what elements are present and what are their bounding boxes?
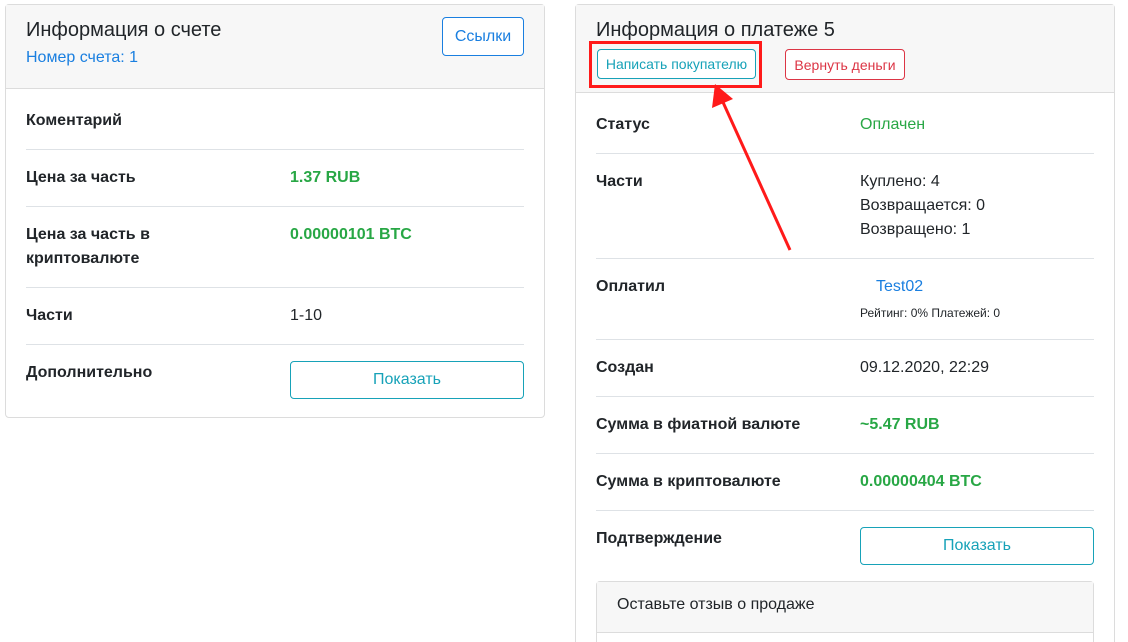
parts-label: Части [26,307,73,324]
show-extra-button[interactable]: Показать [290,361,524,399]
payment-parts-row: Части Куплено: 4 Возвращается: 0 Возвращ… [596,170,1094,259]
payment-info-card: Информация о платеже 5 Написать покупате… [575,4,1115,642]
crypto-sum-label: Сумма в криптовалюте [596,473,781,490]
payment-parts-values: Куплено: 4 Возвращается: 0 Возвращено: 1 [860,170,985,242]
show-confirmation-button[interactable]: Показать [860,527,1094,565]
buyer-name-link[interactable]: Test02 [876,275,923,299]
parts-row: Части 1-10 [26,304,524,345]
fiat-sum-label: Сумма в фиатной валюте [596,416,801,433]
account-info-title: Информация о счете [26,19,222,41]
payment-info-title: Информация о платеже 5 [596,19,835,41]
refund-button[interactable]: Вернуть деньги [785,49,905,80]
crypto-price-label-line1: Цена за часть в [26,226,150,243]
fiat-sum-value: ~5.47 RUB [860,416,940,433]
account-info-card: Информация о счете Номер счета: 1 Ссылки… [5,4,545,418]
payment-parts-label: Части [596,173,643,190]
bought-count: Куплено: 4 [860,173,940,190]
created-row: Создан 09.12.2020, 22:29 [596,356,1094,397]
paid-by-label: Оплатил [596,278,666,295]
crypto-price-row: Цена за часть в криптовалюте 0.00000101 … [26,223,524,288]
extra-row: Дополнительно Показать [26,361,524,402]
comment-label: Коментарий [26,112,122,129]
crypto-sum-row: Сумма в криптовалюте 0.00000404 BTC [596,470,1094,511]
crypto-price-value: 0.00000101 BTC [290,226,412,243]
crypto-price-label-line2: криптовалюте [26,250,140,267]
buyer-stats: Рейтинг: 0% Платежей: 0 [860,306,1001,320]
returning-count: Возвращается: 0 [860,197,986,214]
review-panel-title: Оставьте отзыв о продаже [617,596,815,613]
created-label: Создан [596,359,654,376]
review-panel-header: Оставьте отзыв о продаже [597,582,1093,633]
price-value: 1.37 RUB [290,169,361,186]
crypto-sum-value: 0.00000404 BTC [860,473,982,490]
annotation-highlight-box [589,41,762,88]
price-row: Цена за часть 1.37 RUB [26,166,524,207]
paid-by-row: Оплатил Test02 Рейтинг: 0% Платежей: 0 [596,275,1094,340]
review-panel: Оставьте отзыв о продаже [596,581,1094,642]
extra-label: Дополнительно [26,364,153,381]
created-value: 09.12.2020, 22:29 [860,359,990,376]
status-row: Статус Оплачен [596,113,1094,154]
comment-row: Коментарий [26,109,524,150]
account-number-link[interactable]: Номер счета: 1 [26,49,138,67]
price-label: Цена за часть [26,169,136,186]
confirmation-row: Подтверждение Показать [596,527,1094,568]
status-value: Оплачен [860,116,926,133]
parts-value: 1-10 [290,307,323,324]
confirmation-label: Подтверждение [596,530,722,547]
fiat-sum-row: Сумма в фиатной валюте ~5.47 RUB [596,413,1094,454]
crypto-price-label: Цена за часть в криптовалюте [26,223,150,271]
returned-count: Возвращено: 1 [860,221,971,238]
status-label: Статус [596,116,650,133]
account-info-header: Информация о счете Номер счета: 1 Ссылки [6,5,544,89]
links-button[interactable]: Ссылки [442,17,524,56]
